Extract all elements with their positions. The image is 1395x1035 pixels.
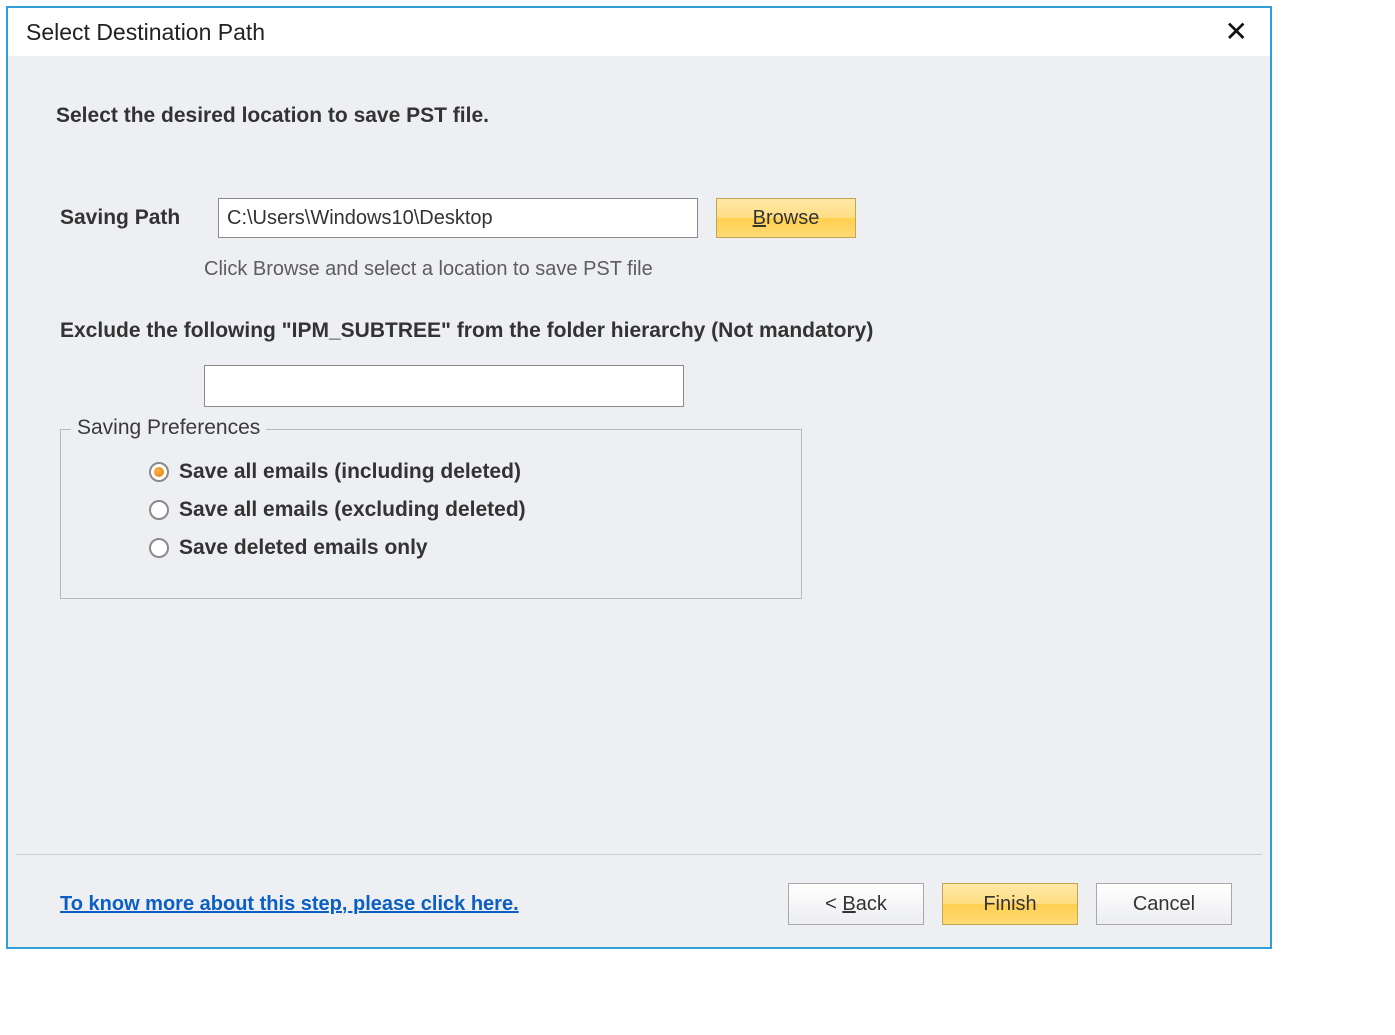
- saving-preferences-group: Saving Preferences Save all emails (incl…: [60, 429, 802, 599]
- dialog-body: Select the desired location to save PST …: [8, 56, 1270, 854]
- help-link[interactable]: To know more about this step, please cli…: [60, 893, 519, 916]
- button-row: < Back Finish Cancel: [788, 883, 1232, 925]
- radio-icon: [149, 500, 169, 520]
- radio-save-all-including-deleted[interactable]: Save all emails (including deleted): [149, 460, 777, 484]
- saving-path-label: Saving Path: [60, 206, 200, 230]
- destination-path-dialog: Select Destination Path ✕ Select the des…: [6, 6, 1272, 949]
- close-icon[interactable]: ✕: [1219, 18, 1254, 46]
- exclude-input[interactable]: [204, 365, 684, 407]
- radio-save-all-excluding-deleted[interactable]: Save all emails (excluding deleted): [149, 498, 777, 522]
- saving-preferences-legend: Saving Preferences: [71, 416, 266, 440]
- dialog-title: Select Destination Path: [26, 19, 265, 46]
- browse-button[interactable]: Browse: [716, 198, 856, 238]
- cancel-button[interactable]: Cancel: [1096, 883, 1232, 925]
- saving-path-row: Saving Path Browse: [60, 198, 1230, 238]
- titlebar: Select Destination Path ✕: [8, 8, 1270, 56]
- radio-label: Save deleted emails only: [179, 536, 428, 560]
- radio-icon: [149, 462, 169, 482]
- instruction-text: Select the desired location to save PST …: [56, 104, 1230, 128]
- browse-button-label: Browse: [753, 207, 820, 229]
- saving-path-input[interactable]: [218, 198, 698, 238]
- radio-save-deleted-only[interactable]: Save deleted emails only: [149, 536, 777, 560]
- exclude-label: Exclude the following "IPM_SUBTREE" from…: [60, 319, 1230, 343]
- finish-button[interactable]: Finish: [942, 883, 1078, 925]
- dialog-footer: To know more about this step, please cli…: [16, 854, 1262, 947]
- saving-path-hint: Click Browse and select a location to sa…: [204, 258, 1230, 281]
- radio-label: Save all emails (including deleted): [179, 460, 521, 484]
- back-button[interactable]: < Back: [788, 883, 924, 925]
- radio-icon: [149, 538, 169, 558]
- radio-label: Save all emails (excluding deleted): [179, 498, 526, 522]
